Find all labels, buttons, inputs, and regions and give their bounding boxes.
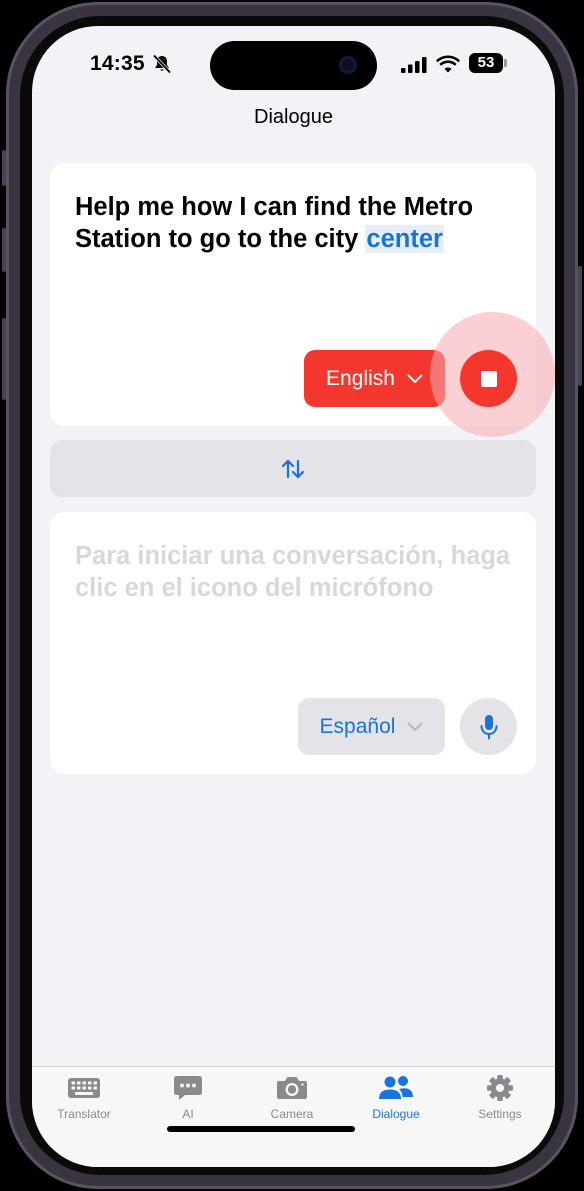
bell-slash-icon [152, 54, 172, 74]
power-button [578, 266, 582, 386]
chevron-down-icon [407, 374, 423, 383]
chat-bubble-icon [174, 1076, 202, 1100]
source-language-label: English [326, 366, 395, 390]
camera-icon [277, 1077, 307, 1099]
stop-recording-button[interactable] [460, 350, 517, 407]
cellular-signal-icon [401, 57, 427, 73]
target-placeholder: Para iniciar una conversación, haga clic… [75, 542, 511, 602]
swap-languages-button[interactable] [50, 440, 536, 497]
battery-level: 53 [469, 53, 503, 73]
front-camera [339, 56, 357, 74]
people-icon [379, 1076, 413, 1099]
source-text-highlight: center [365, 225, 444, 253]
chevron-down-icon [407, 722, 423, 731]
tab-label: AI [182, 1107, 194, 1121]
source-language-button[interactable]: English [304, 350, 445, 407]
status-bar: 14:35 53 [32, 26, 555, 96]
tab-bar: Translator AI Camera Dialogue Settings [32, 1066, 555, 1167]
tab-label: Camera [270, 1107, 314, 1121]
source-transcript: Help me how I can find the Metro Station… [75, 191, 525, 255]
tab-camera[interactable]: Camera [240, 1073, 344, 1133]
tab-translator[interactable]: Translator [32, 1073, 136, 1133]
tab-label: Settings [478, 1107, 522, 1121]
battery-tip [504, 59, 507, 67]
dynamic-island [210, 41, 377, 90]
tab-ai[interactable]: AI [136, 1073, 240, 1133]
gear-icon [487, 1075, 513, 1101]
tab-settings[interactable]: Settings [448, 1073, 552, 1133]
home-indicator [167, 1126, 355, 1132]
stop-icon [480, 370, 497, 387]
microphone-icon [480, 714, 497, 739]
tab-dialogue[interactable]: Dialogue [344, 1073, 448, 1133]
target-language-label: Español [319, 714, 396, 738]
wifi-icon [436, 55, 460, 73]
target-language-button[interactable]: Español [298, 698, 445, 755]
tab-label: Dialogue [372, 1107, 420, 1121]
page-title: Dialogue [254, 106, 333, 128]
microphone-button[interactable] [460, 698, 517, 755]
status-time: 14:35 [90, 52, 145, 75]
tab-label: Translator [57, 1107, 111, 1121]
target-card: Para iniciar una conversación, haga clic… [50, 512, 536, 774]
app-screen: 14:35 53 Dialogue Help me how I can find… [32, 26, 555, 1167]
swap-arrows-icon [281, 459, 305, 478]
battery-icon: 53 [469, 53, 507, 73]
keyboard-icon [68, 1078, 100, 1098]
